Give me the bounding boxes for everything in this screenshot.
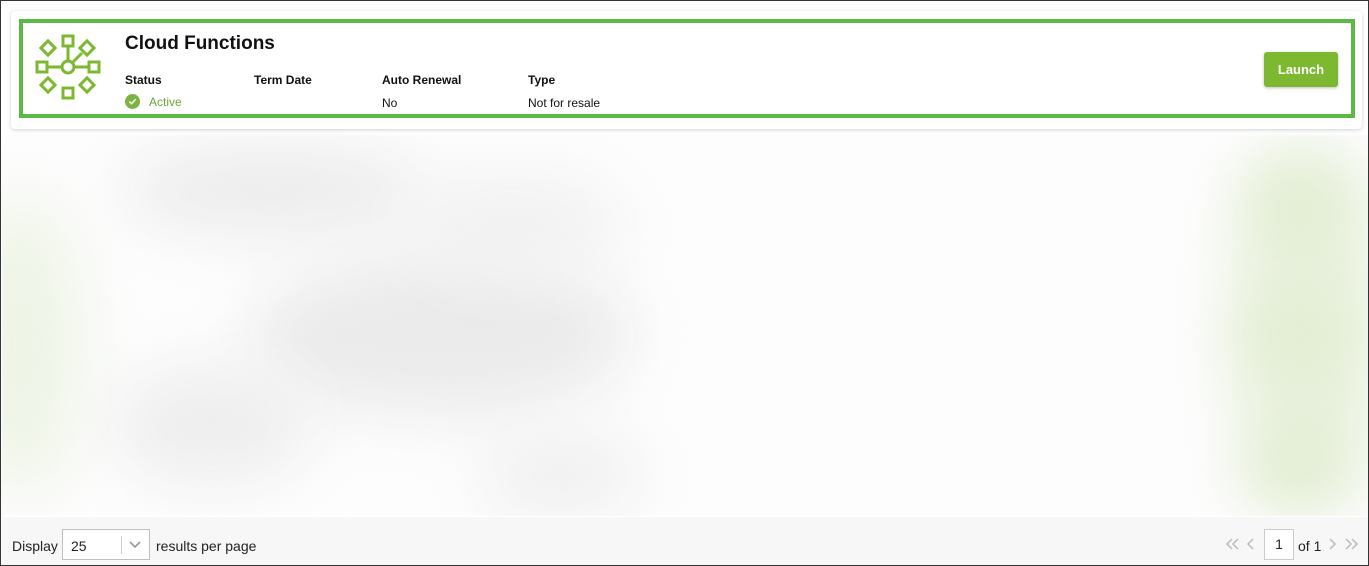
- results-per-page-label: results per page: [156, 538, 257, 554]
- status-label: Status: [125, 73, 162, 87]
- status-text: Active: [149, 94, 182, 109]
- next-page-icon[interactable]: [1326, 537, 1338, 551]
- previous-page-icon[interactable]: [1245, 537, 1257, 551]
- auto-renewal-label: Auto Renewal: [382, 73, 462, 87]
- type-value: Not for resale: [528, 96, 601, 110]
- pagination-footer: Display 25 results per page 1 of 1: [2, 517, 1368, 565]
- network-nodes-icon: [35, 34, 101, 100]
- product-title: Cloud Functions: [125, 33, 275, 54]
- first-page-icon[interactable]: [1224, 537, 1240, 551]
- page-size-select[interactable]: 25: [62, 529, 150, 560]
- blurred-content: [2, 135, 1368, 516]
- select-divider: [121, 536, 122, 554]
- check-circle-icon: [125, 94, 140, 109]
- term-date-label: Term Date: [254, 73, 312, 87]
- auto-renewal-value: No: [382, 96, 398, 110]
- type-label: Type: [528, 73, 556, 87]
- chevron-down-icon[interactable]: [128, 539, 142, 551]
- last-page-icon[interactable]: [1344, 537, 1360, 551]
- product-card: [11, 11, 1362, 129]
- launch-button[interactable]: Launch: [1264, 52, 1338, 87]
- page-size-value: 25: [71, 538, 87, 554]
- current-page-input[interactable]: 1: [1264, 529, 1294, 560]
- page-count: of 1: [1298, 538, 1322, 554]
- app-frame: Cloud Functions Status Term Date Auto Re…: [0, 0, 1369, 566]
- display-label: Display: [12, 538, 58, 554]
- status-value: Active: [125, 94, 182, 109]
